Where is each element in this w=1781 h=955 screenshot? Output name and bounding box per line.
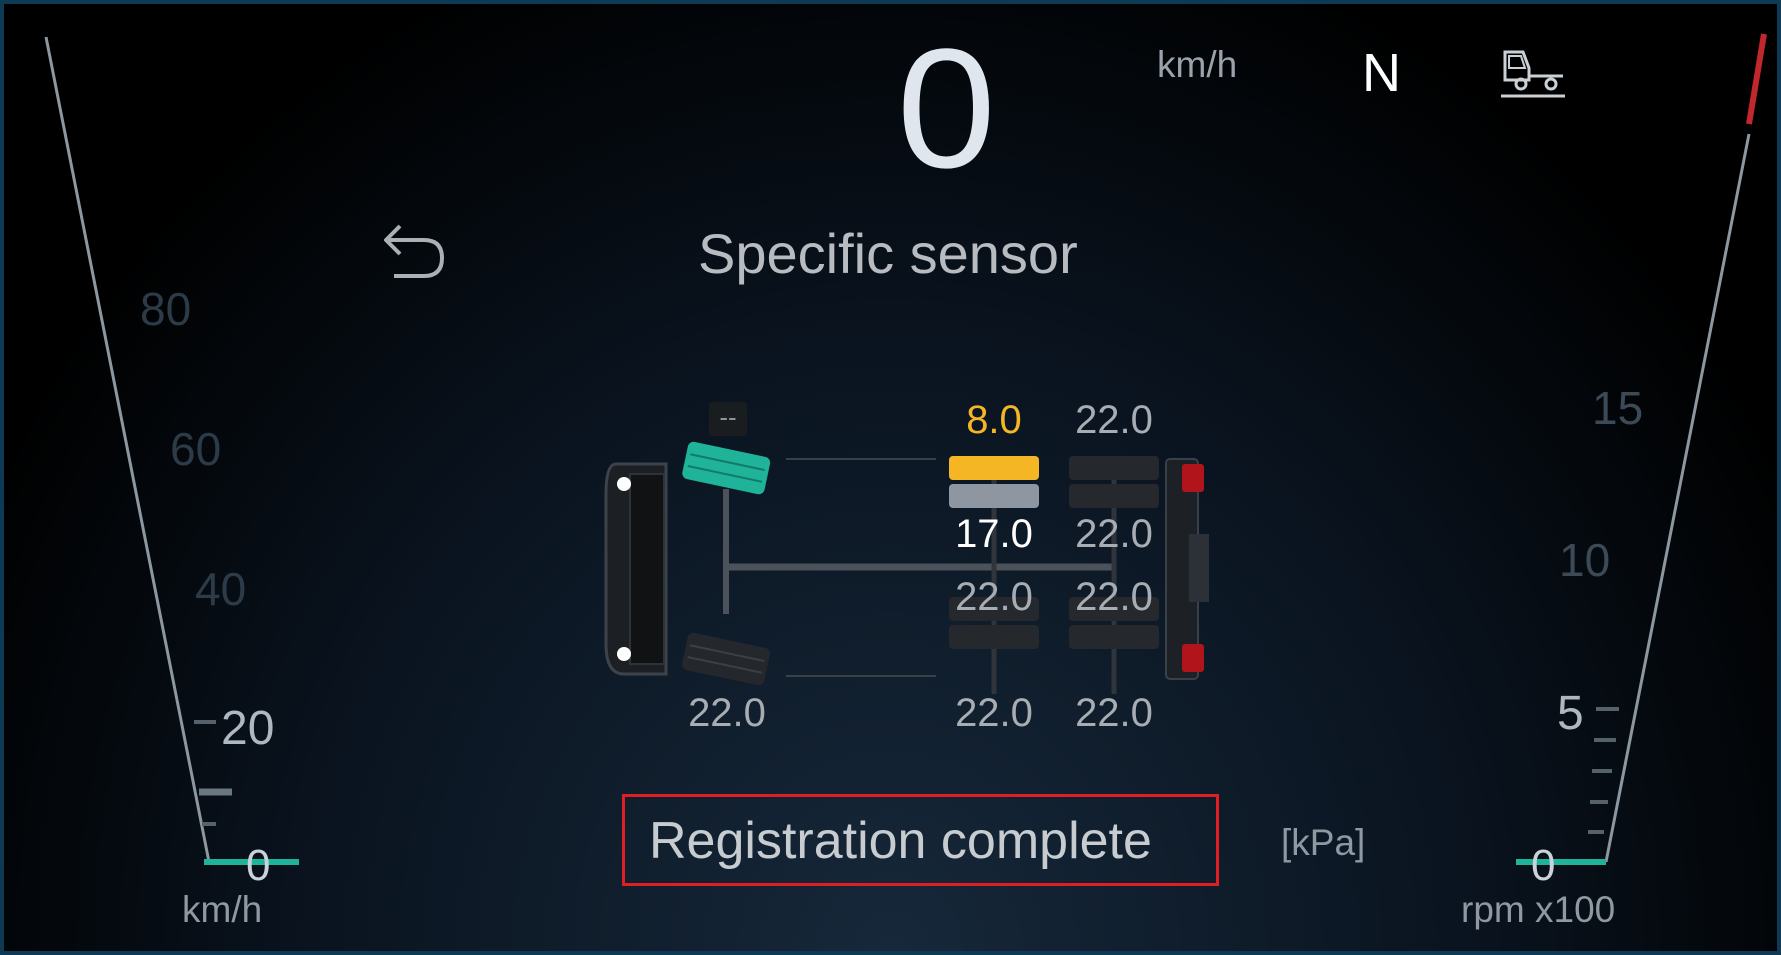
speed-tick-label: 80 [140, 283, 192, 335]
speed-value: 0 [896, 14, 996, 204]
tire-axle3-inner-left-pressure: 22.0 [1075, 512, 1153, 556]
tire-axle3-outer-left[interactable] [1069, 456, 1159, 480]
rpm-tick-label: 5 [1557, 687, 1584, 740]
tire-front-left[interactable] [681, 441, 771, 496]
tire-axle2-outer-right[interactable] [949, 625, 1039, 649]
tire-axle3-inner-right-pressure: 22.0 [1075, 575, 1153, 619]
headlight-right [617, 647, 631, 661]
taillight-right [1182, 644, 1204, 672]
taillight-left [1182, 464, 1204, 492]
rpm-tick-label: 10 [1559, 534, 1611, 586]
speed-tick-label: 20 [221, 702, 275, 755]
tire-axle2-inner-right-pressure: 22.0 [955, 575, 1033, 619]
status-text: Registration complete [649, 812, 1152, 870]
speed-tick-label: 60 [170, 423, 222, 475]
speed-gauge-unit: km/h [182, 889, 263, 930]
rpm-redline [1746, 33, 1767, 125]
page-title: Specific sensor [698, 222, 1078, 285]
speed-tick-label: 40 [195, 563, 247, 615]
tire-axle2-outer-left[interactable] [949, 456, 1039, 480]
registration-status: Registration complete [622, 794, 1219, 886]
rpm-tick-label: 15 [1592, 382, 1644, 434]
tire-axle2-outer-left-pressure: 8.0 [966, 398, 1022, 442]
truck-top-view [604, 441, 1209, 694]
tire-axle3-outer-left-pressure: 22.0 [1075, 398, 1153, 442]
tire-axle2-outer-right-pressure: 22.0 [955, 691, 1033, 735]
tire-axle3-outer-right[interactable] [1069, 625, 1159, 649]
instrument-cluster: 0 km/h N Specific sensor 80 60 40 20 0 k… [0, 0, 1781, 955]
back-arrow-icon[interactable] [380, 216, 450, 286]
tire-axle3-inner-left[interactable] [1069, 484, 1159, 508]
cab-roof [629, 473, 665, 665]
speed-zero-label: 0 [246, 841, 271, 890]
headlight-left [617, 477, 631, 491]
tow-trailer-icon [1501, 50, 1565, 98]
tire-axle2-inner-left-pressure: 17.0 [955, 512, 1033, 556]
rpm-zero-label: 0 [1531, 841, 1556, 890]
tire-front-left-pressure: -- [709, 402, 747, 436]
pressure-unit: [kPa] [1281, 822, 1366, 863]
speed-unit: km/h [1157, 44, 1238, 85]
tire-front-right[interactable] [681, 632, 771, 687]
tire-axle2-inner-left[interactable] [949, 484, 1039, 508]
tire-front-right-pressure: 22.0 [688, 691, 766, 735]
gear-indicator: N [1362, 43, 1401, 103]
rpm-gauge-line [1604, 133, 1751, 863]
rpm-gauge-unit: rpm x100 [1461, 889, 1616, 930]
tire-axle3-outer-right-pressure: 22.0 [1075, 691, 1153, 735]
hitch [1189, 534, 1209, 602]
